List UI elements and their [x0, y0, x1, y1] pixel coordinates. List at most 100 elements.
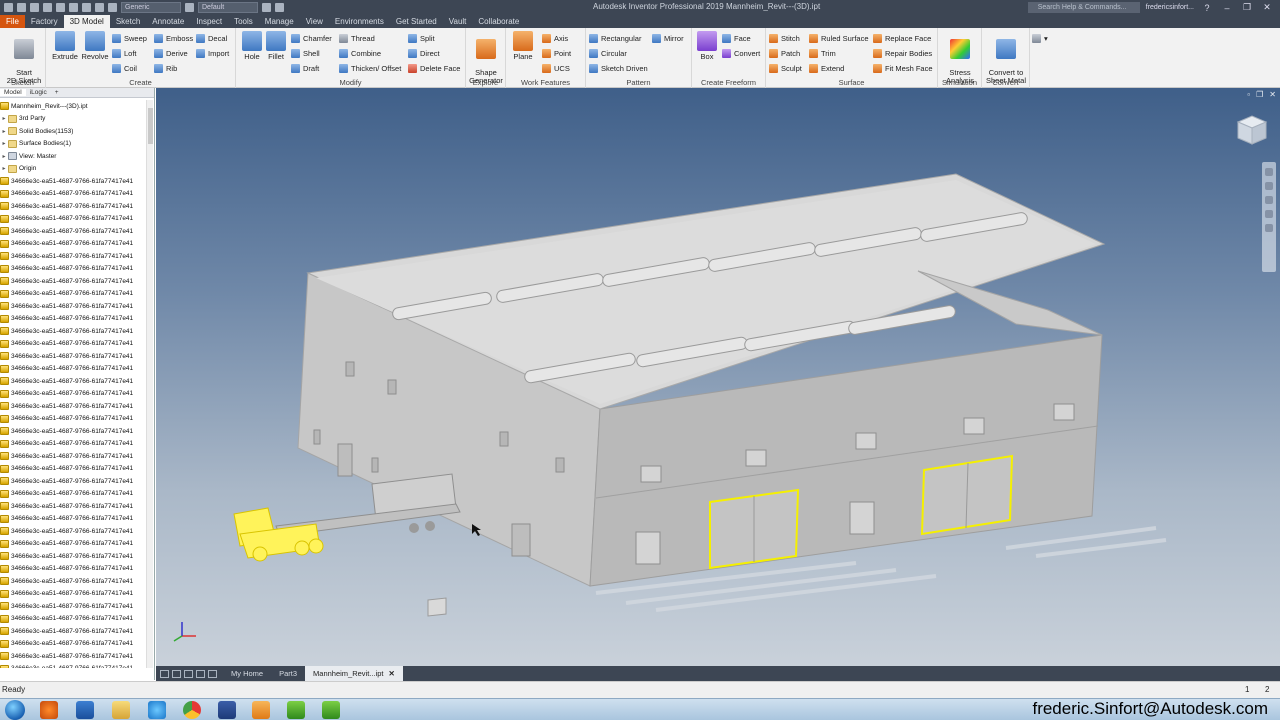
- tab-manage[interactable]: Manage: [259, 15, 300, 28]
- tab-tools[interactable]: Tools: [228, 15, 259, 28]
- tree-part-item[interactable]: 34666e3c-ea51-4687-9766-61fa77417e41: [0, 538, 146, 551]
- draft-button[interactable]: Draft: [291, 62, 319, 74]
- tree-part-item[interactable]: 34666e3c-ea51-4687-9766-61fa77417e41: [0, 625, 146, 638]
- tree-part-item[interactable]: 34666e3c-ea51-4687-9766-61fa77417e41: [0, 613, 146, 626]
- browser-tab-model[interactable]: Model: [0, 89, 26, 96]
- outlook-icon[interactable]: [76, 701, 94, 719]
- tab-environments[interactable]: Environments: [329, 15, 390, 28]
- cascade-icon[interactable]: [184, 669, 193, 678]
- highlighted-truck-cab[interactable]: [233, 507, 324, 562]
- ruled-surface-button[interactable]: Ruled Surface: [809, 32, 869, 44]
- add-tab-icon[interactable]: +: [51, 89, 63, 96]
- tree-node-view[interactable]: ▸ View: Master: [0, 150, 146, 163]
- mirror-button[interactable]: Mirror: [652, 32, 684, 44]
- tree-part-item[interactable]: 34666e3c-ea51-4687-9766-61fa77417e41: [0, 263, 146, 276]
- convert-to-sheet-metal-button[interactable]: Convert to Sheet Metal: [983, 31, 1029, 85]
- split-button[interactable]: Split: [408, 32, 435, 44]
- tree-part-item[interactable]: 34666e3c-ea51-4687-9766-61fa77417e41: [0, 275, 146, 288]
- expand-icon[interactable]: ▸: [0, 128, 8, 135]
- tree-part-item[interactable]: 34666e3c-ea51-4687-9766-61fa77417e41: [0, 338, 146, 351]
- extrude-button[interactable]: Extrude: [50, 31, 80, 61]
- expand-icon[interactable]: ▸: [0, 153, 8, 160]
- model-scene[interactable]: [156, 88, 1280, 666]
- tree-part-item[interactable]: 34666e3c-ea51-4687-9766-61fa77417e41: [0, 175, 146, 188]
- browser-scrollbar[interactable]: [146, 100, 153, 668]
- shape-generator-button[interactable]: Shape Generator: [468, 31, 504, 85]
- home-icon[interactable]: [82, 3, 91, 12]
- tab-get-started[interactable]: Get Started: [390, 15, 443, 28]
- fillet-button[interactable]: Fillet: [264, 31, 288, 61]
- tree-part-item[interactable]: 34666e3c-ea51-4687-9766-61fa77417e41: [0, 250, 146, 263]
- expand-icon[interactable]: ▸: [0, 140, 8, 147]
- tree-part-item[interactable]: 34666e3c-ea51-4687-9766-61fa77417e41: [0, 375, 146, 388]
- media-player-icon[interactable]: [40, 701, 58, 719]
- material-dropdown[interactable]: Default: [198, 2, 258, 13]
- tab-view[interactable]: View: [300, 15, 329, 28]
- select-icon[interactable]: [108, 3, 117, 12]
- file-explorer-icon[interactable]: [112, 701, 130, 719]
- tree-part-item[interactable]: 34666e3c-ea51-4687-9766-61fa77417e41: [0, 663, 146, 668]
- tree-part-item[interactable]: 34666e3c-ea51-4687-9766-61fa77417e41: [0, 288, 146, 301]
- menu-icon[interactable]: [208, 669, 217, 678]
- direct-button[interactable]: Direct: [408, 47, 440, 59]
- tree-part-item[interactable]: 34666e3c-ea51-4687-9766-61fa77417e41: [0, 438, 146, 451]
- tree-part-item[interactable]: 34666e3c-ea51-4687-9766-61fa77417e41: [0, 450, 146, 463]
- search-input[interactable]: Search Help & Commands...: [1027, 2, 1140, 13]
- update-icon[interactable]: [95, 3, 104, 12]
- arrange-icon[interactable]: [196, 669, 205, 678]
- emboss-button[interactable]: Emboss: [154, 32, 193, 44]
- derive-button[interactable]: Derive: [154, 47, 188, 59]
- help-icon[interactable]: ?: [1200, 3, 1214, 13]
- sculpt-button[interactable]: Sculpt: [769, 62, 802, 74]
- sketch-driven-pattern-button[interactable]: Sketch Driven: [589, 62, 648, 74]
- tree-part-item[interactable]: 34666e3c-ea51-4687-9766-61fa77417e41: [0, 213, 146, 226]
- open-icon[interactable]: [30, 3, 39, 12]
- tab-factory[interactable]: Factory: [25, 15, 64, 28]
- tile-horizontal-icon[interactable]: [172, 669, 181, 678]
- app-green-icon[interactable]: [287, 701, 305, 719]
- tree-part-item[interactable]: 34666e3c-ea51-4687-9766-61fa77417e41: [0, 200, 146, 213]
- tab-file[interactable]: File: [0, 15, 25, 28]
- thicken-offset-button[interactable]: Thicken/ Offset: [339, 62, 401, 74]
- start-button-icon[interactable]: [5, 700, 25, 720]
- close-tab-icon[interactable]: ✕: [388, 666, 394, 681]
- tree-part-item[interactable]: 34666e3c-ea51-4687-9766-61fa77417e41: [0, 588, 146, 601]
- revolve-button[interactable]: Revolve: [80, 31, 110, 61]
- plane-button[interactable]: Plane: [510, 31, 536, 61]
- extend-button[interactable]: Extend: [809, 62, 844, 74]
- tree-part-item[interactable]: 34666e3c-ea51-4687-9766-61fa77417e41: [0, 238, 146, 251]
- doc-tab-part3[interactable]: Part3: [271, 666, 305, 681]
- tree-part-item[interactable]: 34666e3c-ea51-4687-9766-61fa77417e41: [0, 388, 146, 401]
- redo-icon[interactable]: [69, 3, 78, 12]
- revit-icon[interactable]: [218, 701, 236, 719]
- ucs-button[interactable]: UCS: [542, 62, 570, 74]
- repair-bodies-button[interactable]: Repair Bodies: [873, 47, 932, 59]
- app-menu-icon[interactable]: [4, 3, 13, 12]
- doc-tab-my-home[interactable]: My Home: [223, 666, 271, 681]
- tree-node-surface-bodies[interactable]: ▸ Surface Bodies(1): [0, 138, 146, 151]
- import-button[interactable]: Import: [196, 47, 229, 59]
- tree-node-3rd-party[interactable]: ▸ 3rd Party: [0, 113, 146, 126]
- restore-button[interactable]: ❐: [1240, 2, 1254, 13]
- axis-button[interactable]: Axis: [542, 32, 568, 44]
- tree-part-item[interactable]: 34666e3c-ea51-4687-9766-61fa77417e41: [0, 575, 146, 588]
- tree-part-item[interactable]: 34666e3c-ea51-4687-9766-61fa77417e41: [0, 313, 146, 326]
- new-icon[interactable]: [17, 3, 26, 12]
- tree-part-item[interactable]: 34666e3c-ea51-4687-9766-61fa77417e41: [0, 363, 146, 376]
- coil-button[interactable]: Coil: [112, 62, 137, 74]
- rib-button[interactable]: Rib: [154, 62, 177, 74]
- appearance-dropdown[interactable]: Generic: [121, 2, 181, 13]
- save-icon[interactable]: [43, 3, 52, 12]
- replace-face-button[interactable]: Replace Face: [873, 32, 931, 44]
- tree-part-item[interactable]: 34666e3c-ea51-4687-9766-61fa77417e41: [0, 600, 146, 613]
- user-account[interactable]: fredericsinfort...: [1146, 4, 1194, 11]
- close-button[interactable]: ✕: [1260, 2, 1274, 13]
- graphics-viewport[interactable]: ▫ ❐ ✕: [156, 88, 1280, 666]
- circular-pattern-button[interactable]: Circular: [589, 47, 627, 59]
- tree-part-item[interactable]: 34666e3c-ea51-4687-9766-61fa77417e41: [0, 488, 146, 501]
- freeform-face-button[interactable]: Face: [722, 32, 751, 44]
- chrome-icon[interactable]: [183, 701, 201, 719]
- internet-explorer-icon[interactable]: [148, 701, 166, 719]
- tree-part-item[interactable]: 34666e3c-ea51-4687-9766-61fa77417e41: [0, 475, 146, 488]
- tree-part-item[interactable]: 34666e3c-ea51-4687-9766-61fa77417e41: [0, 188, 146, 201]
